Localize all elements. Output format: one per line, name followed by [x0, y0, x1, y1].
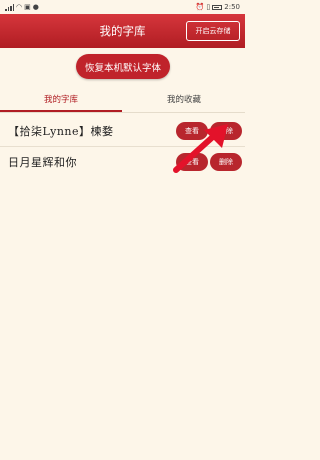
- vibrate-icon: ▯: [206, 3, 211, 11]
- alarm-icon: ⏰: [195, 3, 205, 11]
- page-title: 我的字库: [99, 24, 146, 38]
- signal-icon: [5, 3, 14, 11]
- status-bar: ◠ ▣ ● ⏰ ▯ 2:50: [0, 0, 245, 14]
- tab-my-fonts[interactable]: 我的字库: [0, 90, 122, 110]
- restore-default-font-button[interactable]: 恢复本机默认字体: [76, 54, 170, 79]
- notification-icon: ●: [32, 3, 39, 11]
- image-icon: ▣: [24, 3, 31, 11]
- font-name: 日月星辉和你: [8, 156, 77, 169]
- tab-divider: [0, 112, 245, 113]
- status-time: 2:50: [224, 3, 240, 11]
- wifi-icon: ◠: [16, 3, 23, 11]
- pointer-arrow-icon: [173, 124, 228, 173]
- app-header: 我的字库 开启云存储: [0, 14, 245, 48]
- font-name: 【拾柒Lynne】楝婺: [8, 125, 114, 138]
- battery-icon: [212, 4, 223, 10]
- enable-cloud-storage-button[interactable]: 开启云存储: [186, 21, 240, 41]
- tab-my-favorites[interactable]: 我的收藏: [123, 90, 245, 110]
